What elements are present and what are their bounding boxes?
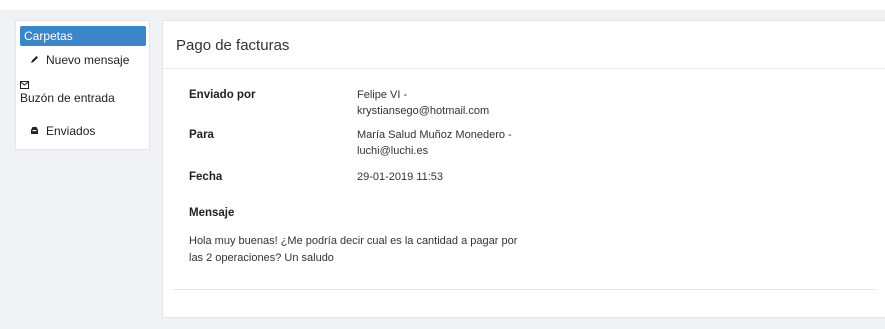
sidebar-item-label: Buzón de entrada [20,91,115,105]
message-panel: Pago de facturas Enviado por Felipe VI -… [162,20,885,318]
sidebar-item-inbox[interactable]: Buzón de entrada [20,81,115,106]
folders-sidebar: Carpetas Nuevo mensaje Buzón de entrada … [15,20,150,150]
envelope-icon [20,81,29,91]
recipient-value: María Salud Muñoz Monedero - luchi@luchi… [357,129,512,157]
date-value: 29-01-2019 11:53 [357,171,444,183]
sidebar-item-label: Enviados [46,124,96,138]
sent-box-icon [30,126,40,137]
sidebar-item-new-message[interactable]: Nuevo mensaje [30,53,129,67]
bottom-divider [173,289,876,290]
message-body: Hola muy buenas! ¿Me podría decir cual e… [189,235,518,264]
message-title: Pago de facturas [176,37,290,54]
top-strip [0,0,885,10]
title-divider [163,68,885,69]
recipient-label: Para [189,129,214,141]
sender-value: Felipe VI - krystiansego@hotmail.com [357,89,490,117]
pencil-icon [30,55,40,66]
sidebar-item-sent[interactable]: Enviados [30,124,95,138]
date-label: Fecha [189,171,223,183]
folders-header: Carpetas [20,26,146,46]
message-label: Mensaje [189,207,235,219]
sidebar-item-label: Nuevo mensaje [46,53,130,67]
sender-label: Enviado por [189,89,256,101]
